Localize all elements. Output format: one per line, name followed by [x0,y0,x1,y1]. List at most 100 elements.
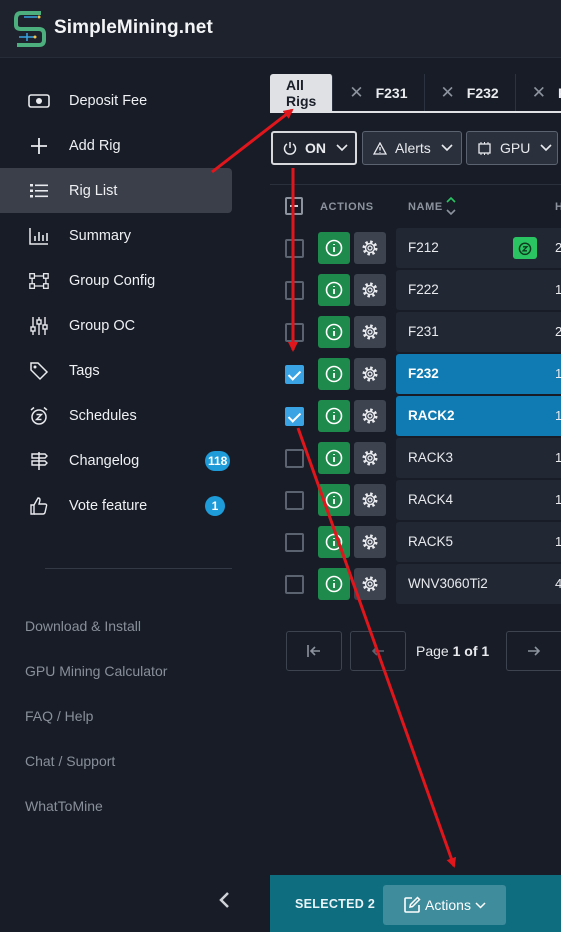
bulk-actions-label: Actions [425,897,471,913]
link-faq-help[interactable]: FAQ / Help [25,708,93,724]
table-row: RACK2 1 [270,396,561,438]
gpu-filter-dropdown[interactable]: GPU [466,131,558,165]
gear-icon [362,282,378,298]
column-header-truncated: H [555,201,561,213]
rig-name-cell[interactable]: WNV3060Ti2 4 [396,564,561,604]
row-checkbox[interactable] [285,323,304,342]
settings-button[interactable] [354,400,386,432]
page-current: 1 [452,643,461,659]
sidebar-item-group-config[interactable]: Group Config [0,258,232,303]
gear-icon [362,450,378,466]
rig-column-value: 1 [555,282,561,297]
alerts-filter-dropdown[interactable]: Alerts [362,131,462,165]
sidebar-item-add-rig[interactable]: Add Rig [0,123,232,168]
rig-name-cell[interactable]: RACK4 1 [396,480,561,520]
row-checkbox[interactable] [285,575,304,594]
info-button[interactable] [318,274,350,306]
link-gpu-mining-calculator[interactable]: GPU Mining Calculator [25,663,167,679]
info-icon [325,407,343,425]
select-all-checkbox[interactable] [285,197,303,215]
close-icon[interactable]: ✕ [441,83,455,103]
settings-button[interactable] [354,358,386,390]
row-checkbox[interactable] [285,449,304,468]
settings-button[interactable] [354,274,386,306]
table-row: F231 2 [270,312,561,354]
info-button[interactable] [318,400,350,432]
sidebar-item-summary[interactable]: Summary [0,213,232,258]
sidebar-item-group-oc[interactable]: Group OC [0,303,232,348]
tab-f232[interactable]: ✕ F232 [425,74,516,112]
next-page-button[interactable] [506,631,561,671]
rig-name-cell[interactable]: F232 1 [396,354,561,394]
gear-icon [362,492,378,508]
info-button[interactable] [318,316,350,348]
sidebar-item-label: Schedules [69,407,137,424]
rig-name-cell[interactable]: RACK3 1 [396,438,561,478]
close-icon[interactable]: ✕ [532,83,546,103]
changelog-count-badge: 118 [205,450,231,471]
collapse-sidebar-icon[interactable] [216,890,232,910]
sidebar-item-changelog[interactable]: Changelog 118 [0,438,232,483]
sidebar-divider [45,568,232,569]
settings-button[interactable] [354,316,386,348]
sort-icon[interactable] [446,196,456,216]
info-button[interactable] [318,358,350,390]
tab-label: F232 [466,85,499,101]
sidebar-item-label: Summary [69,227,132,244]
row-checkbox[interactable] [285,533,304,552]
selection-action-bar: SELECTED 2 Actions [270,875,561,932]
link-download-install[interactable]: Download & Install [25,618,141,634]
info-button[interactable] [318,484,350,516]
link-whattomine[interactable]: WhatToMine [25,798,103,814]
alarm-clock-icon[interactable] [513,237,537,259]
info-icon [325,491,343,509]
tab-f2[interactable]: ✕F2 [516,74,561,112]
sidebar-item-deposit-fee[interactable]: Deposit Fee [0,78,232,123]
brand-name[interactable]: SimpleMining.net [54,17,213,39]
settings-button[interactable] [354,484,386,516]
rig-name-cell[interactable]: RACK2 1 [396,396,561,436]
logo-icon[interactable] [13,8,47,50]
column-header-name[interactable]: NAME [408,201,443,213]
info-icon [325,533,343,551]
tab-all-rigs[interactable]: All Rigs [270,74,334,112]
rig-name-cell[interactable]: F222 1 [396,270,561,310]
power-filter-dropdown[interactable]: ON [271,131,357,165]
settings-button[interactable] [354,442,386,474]
row-checkbox[interactable] [285,281,304,300]
tab-f231[interactable]: ✕ F231 [333,74,425,112]
sidebar-item-rig-list[interactable]: Rig List [0,168,232,213]
power-filter-value: ON [305,140,326,156]
info-button[interactable] [318,568,350,600]
rig-name-cell[interactable]: RACK5 1 [396,522,561,562]
row-checkbox[interactable] [285,365,304,384]
rig-name-cell[interactable]: F231 2 [396,312,561,352]
info-button[interactable] [318,526,350,558]
close-icon[interactable]: ✕ [349,83,363,103]
settings-button[interactable] [354,568,386,600]
table-row: WNV3060Ti2 4 [270,564,561,606]
row-checkbox[interactable] [285,491,304,510]
first-page-button[interactable] [286,631,342,671]
row-checkbox[interactable] [285,239,304,258]
row-checkbox[interactable] [285,407,304,426]
column-header-actions: ACTIONS [320,201,374,213]
sidebar-item-label: Changelog [69,452,140,469]
tags-icon [28,360,50,382]
info-icon [325,449,343,467]
page-prefix: Page [416,643,449,659]
previous-page-button[interactable] [350,631,406,671]
sidebar-item-tags[interactable]: Tags [0,348,232,393]
info-button[interactable] [318,232,350,264]
link-chat-support[interactable]: Chat / Support [25,753,115,769]
info-button[interactable] [318,442,350,474]
gpu-filter-label: GPU [500,140,531,156]
sidebar-item-schedules[interactable]: Schedules [0,393,232,438]
settings-button[interactable] [354,526,386,558]
sidebar-item-vote-feature[interactable]: Vote feature 1 [0,483,232,528]
bulk-actions-button[interactable]: Actions [383,885,506,925]
settings-button[interactable] [354,232,386,264]
signpost-icon [28,450,50,472]
arrow-right-icon [528,646,541,656]
rig-name-cell[interactable]: F212 2 [396,228,561,268]
